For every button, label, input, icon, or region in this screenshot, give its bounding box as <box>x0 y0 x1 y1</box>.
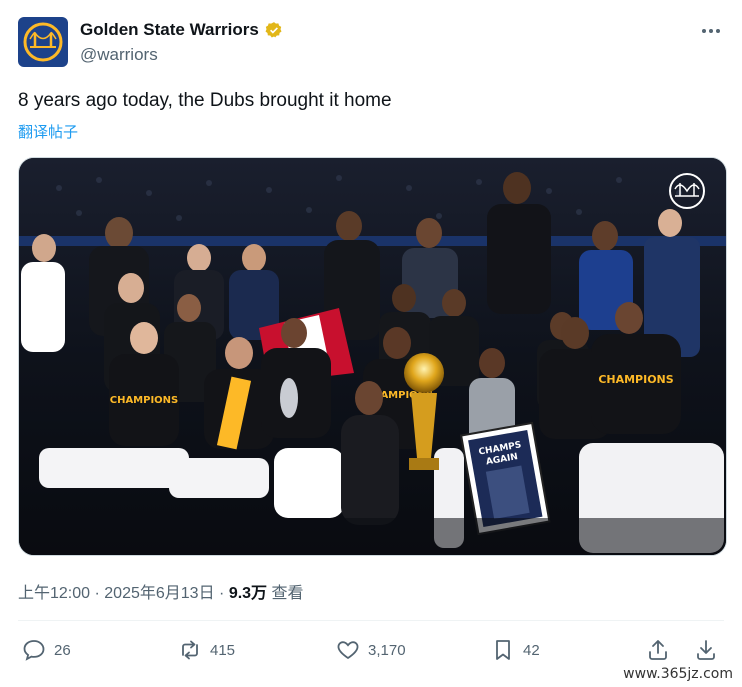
retweet-count: 415 <box>210 641 236 659</box>
download-icon <box>697 640 715 660</box>
retweet-button[interactable]: 415 <box>178 638 235 662</box>
meta-separator: · <box>94 585 100 602</box>
download-button[interactable] <box>694 638 718 662</box>
avatar[interactable] <box>18 17 68 67</box>
view-count: 9.3万 <box>228 585 268 602</box>
tweet-text: 8 years ago today, the Dubs brought it h… <box>18 90 392 111</box>
heart-icon <box>337 641 359 660</box>
bookmark-icon <box>496 640 510 660</box>
divider <box>18 620 724 621</box>
meta-separator: · <box>219 585 225 602</box>
action-bar: 26 415 3,170 42 <box>18 638 724 670</box>
site-watermark: www.365jz.com <box>620 665 736 683</box>
bookmark-button[interactable]: 42 <box>491 638 540 662</box>
more-options-button[interactable] <box>700 20 722 42</box>
tweet-date[interactable]: 2025年6月13日 <box>104 585 214 602</box>
bookmark-count: 42 <box>523 641 540 659</box>
retweet-icon <box>182 640 198 660</box>
account-handle[interactable]: @warriors <box>80 45 158 65</box>
team-celebration-photo: CHAMPIONS CHAMPIONS CHAMPIONS CHAMPS AGA… <box>19 158 726 555</box>
verified-badge-icon <box>265 22 282 38</box>
more-dots-icon <box>702 29 720 33</box>
tweet-meta: 上午12:00 · 2025年6月13日 · 9.3万 查看 <box>18 579 304 603</box>
svg-text:CHAMPIONS: CHAMPIONS <box>598 373 673 386</box>
tweet-time[interactable]: 上午12:00 <box>18 585 90 602</box>
share-icon <box>649 640 667 660</box>
reply-count: 26 <box>54 641 71 659</box>
translate-post-link[interactable]: 翻译帖子 <box>18 121 78 142</box>
view-label: 查看 <box>271 585 304 602</box>
like-count: 3,170 <box>368 641 406 659</box>
svg-text:CHAMPIONS: CHAMPIONS <box>110 395 179 406</box>
warriors-logo-icon <box>23 22 63 62</box>
display-name[interactable]: Golden State Warriors <box>80 20 259 40</box>
share-button[interactable] <box>646 638 670 662</box>
reply-icon <box>23 640 45 661</box>
like-button[interactable]: 3,170 <box>336 638 406 662</box>
reply-button[interactable]: 26 <box>22 638 71 662</box>
tweet-photo[interactable]: CHAMPIONS CHAMPIONS CHAMPIONS CHAMPS AGA… <box>18 157 727 556</box>
